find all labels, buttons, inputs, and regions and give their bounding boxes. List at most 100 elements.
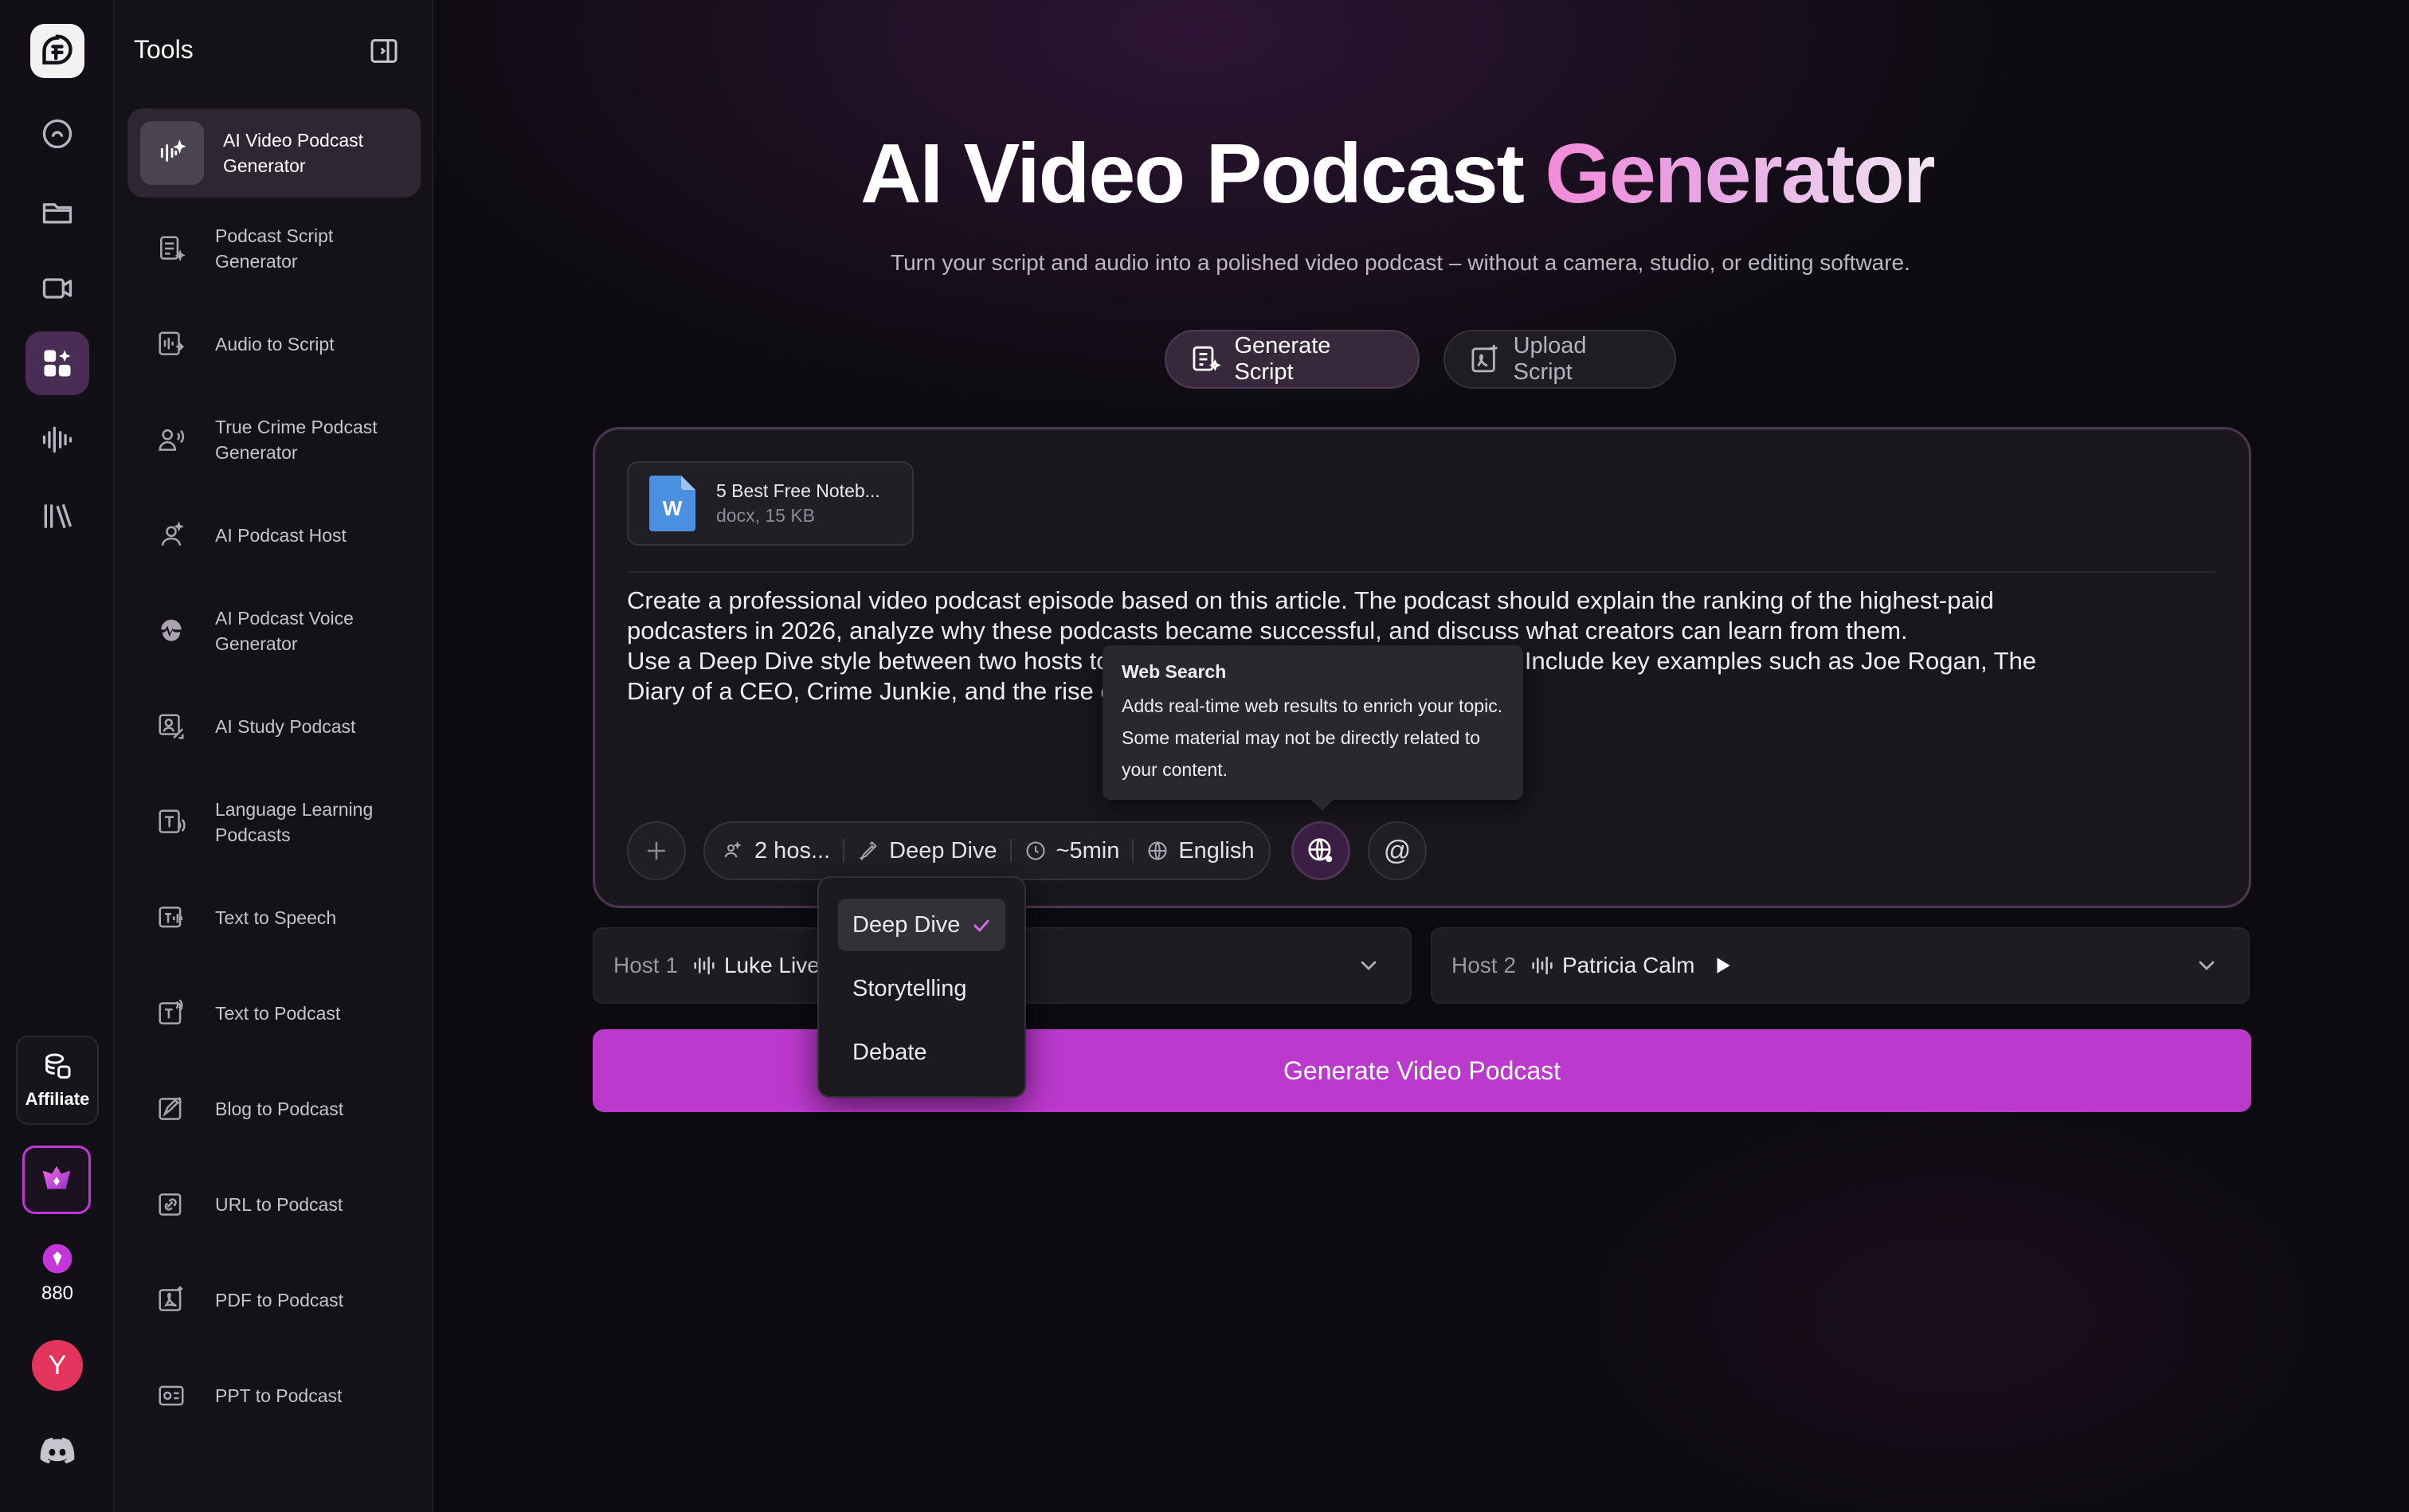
web-search-tooltip: Web Search Adds real-time web results to… (1103, 645, 1523, 811)
duration-selector[interactable]: ~5min (1024, 838, 1119, 864)
tools-sidebar: Tools AI Video Podcast Generator Podcast… (115, 0, 433, 1512)
sidebar-item-text-to-podcast[interactable]: Text to Podcast (127, 969, 421, 1058)
sidebar-item-label: AI Study Podcast (215, 716, 356, 737)
folder-icon[interactable] (25, 180, 89, 244)
add-attachment-button[interactable] (627, 821, 686, 880)
sidebar-item-pdf-to-podcast[interactable]: PDF to Podcast (127, 1255, 421, 1345)
style-option-debate[interactable]: Debate (838, 1026, 1005, 1079)
mention-button[interactable]: @ (1368, 821, 1427, 880)
brush-icon (860, 841, 877, 861)
language-value: English (1178, 837, 1255, 864)
play-icon[interactable] (1712, 955, 1733, 976)
page-title-highlight: Generator (1545, 127, 1936, 221)
sidebar-item-podcast-script-generator[interactable]: Podcast Script Generator (127, 204, 421, 293)
audio-script-icon (147, 319, 196, 369)
user-avatar[interactable]: Y (32, 1340, 83, 1391)
host-1-label: Host 1 (613, 953, 678, 977)
audio-wave-icon[interactable] (25, 408, 89, 472)
svg-text:W: W (663, 496, 683, 520)
hosts-value: 2 hos... (754, 837, 831, 864)
style-option-storytelling[interactable]: Storytelling (838, 962, 1005, 1015)
credits-value: 880 (41, 1283, 74, 1304)
credits-counter[interactable]: 880 (18, 1241, 97, 1305)
people-icon (724, 841, 742, 858)
upgrade-gem-button[interactable] (22, 1146, 91, 1214)
style-option-deep-dive[interactable]: Deep Dive (838, 899, 1005, 951)
sidebar-item-label: Podcast Script Generator (215, 225, 334, 272)
sidebar-item-ai-podcast-host[interactable]: AI Podcast Host (127, 491, 421, 580)
discord-icon[interactable] (37, 1431, 78, 1472)
ppt-icon (147, 1371, 196, 1420)
host-2-selector[interactable]: Host 2 Patricia Calm (1431, 927, 2250, 1004)
file-info: 5 Best Free Noteb... docx, 15 KB (716, 480, 880, 527)
sidebar-item-label: PPT to Podcast (215, 1385, 343, 1406)
tools-grid-icon[interactable] (25, 331, 89, 395)
script-icon (147, 224, 196, 273)
separator (1009, 839, 1012, 863)
library-icon[interactable] (25, 484, 89, 548)
video-camera-icon[interactable] (25, 257, 89, 320)
plus-icon (647, 841, 666, 860)
podcast-settings-pill: 2 hos... Deep Dive ~5min English (703, 821, 1271, 880)
sidebar-item-ai-podcast-voice-generator[interactable]: AI Podcast Voice Generator (127, 586, 421, 676)
web-search-globe-icon (1308, 838, 1333, 863)
web-search-toggle[interactable] (1291, 821, 1350, 880)
tooltip-title: Web Search (1122, 661, 1227, 682)
sidebar-item-label: Language Learning Podcasts (215, 799, 374, 845)
checkmark-icon (973, 919, 989, 932)
home-icon[interactable] (25, 102, 89, 166)
sidebar-item-label: URL to Podcast (215, 1194, 343, 1215)
language-selector[interactable]: English (1146, 838, 1254, 864)
text-podcast-icon (147, 989, 196, 1038)
host-2-voice: Patricia Calm (1561, 953, 1695, 977)
host-icon (147, 511, 196, 560)
app-logo-icon[interactable] (30, 24, 84, 78)
sidebar-item-true-crime-podcast-generator[interactable]: True Crime Podcast Generator (127, 395, 421, 484)
hosts-selector[interactable]: 2 hos... (723, 838, 830, 864)
page-subtitle: Turn your script and audio into a polish… (891, 250, 1910, 275)
sidebar-item-ai-study-podcast[interactable]: AI Study Podcast (127, 682, 421, 771)
chevron-down-icon (2199, 961, 2215, 970)
page-title: AI Video Podcast Generator (860, 126, 2055, 222)
icon-rail: Affiliate 880 Y (0, 0, 115, 1512)
pdf-icon (147, 1275, 196, 1325)
script-sparkle-icon (1193, 346, 1221, 371)
video-podcast-icon (140, 121, 204, 185)
sidebar-item-ai-video-podcast-generator[interactable]: AI Video Podcast Generator (127, 108, 421, 198)
style-option-label: Debate (852, 1039, 927, 1065)
url-icon (147, 1180, 196, 1229)
affiliate-label: Affiliate (25, 1089, 90, 1109)
chevron-down-icon (1361, 961, 1377, 970)
sidebar-item-label: True Crime Podcast Generator (215, 417, 378, 463)
attached-file-chip[interactable]: W 5 Best Free Noteb... docx, 15 KB (627, 461, 914, 546)
sidebar-item-audio-to-script[interactable]: Audio to Script (127, 300, 421, 389)
prompt-line: Create a professional video podcast epis… (627, 586, 1994, 614)
sidebar-item-label: AI Video Podcast Generator (223, 130, 364, 176)
voice-wave-icon (694, 956, 715, 975)
upload-script-button[interactable]: Upload Script (1443, 330, 1676, 389)
collapse-sidebar-icon[interactable] (368, 35, 400, 67)
voice-wave-icon (1532, 956, 1553, 975)
upload-file-icon (1471, 344, 1498, 373)
sidebar-item-language-learning-podcasts[interactable]: Language Learning Podcasts (127, 778, 421, 867)
style-dropdown-menu: Deep Dive Storytelling Debate (817, 876, 1026, 1098)
style-value: Deep Dive (889, 837, 997, 864)
sidebar-item-url-to-podcast[interactable]: URL to Podcast (127, 1160, 421, 1249)
style-option-label: Deep Dive (852, 911, 961, 938)
tooltip-body: Adds real-time web results to enrich you… (1122, 695, 1503, 780)
true-crime-icon (147, 415, 196, 464)
sidebar-item-label: Audio to Script (215, 334, 335, 354)
sidebar-item-ppt-to-podcast[interactable]: PPT to Podcast (127, 1351, 421, 1440)
sidebar-item-blog-to-podcast[interactable]: Blog to Podcast (127, 1064, 421, 1154)
page-title-main: AI Video Podcast (860, 127, 1545, 221)
tools-title: Tools (134, 35, 194, 64)
style-selector[interactable]: Deep Dive (857, 838, 997, 864)
tooltip-arrow (1311, 800, 1334, 811)
generate-script-button[interactable]: Generate Script (1165, 330, 1420, 389)
affiliate-button[interactable]: Affiliate (16, 1036, 99, 1125)
file-name: 5 Best Free Noteb... (716, 480, 880, 501)
sidebar-item-text-to-speech[interactable]: Text to Speech (127, 873, 421, 962)
upload-script-label: Upload Script (1513, 333, 1587, 385)
sidebar-item-label: Blog to Podcast (215, 1099, 344, 1119)
tts-icon (147, 893, 196, 942)
